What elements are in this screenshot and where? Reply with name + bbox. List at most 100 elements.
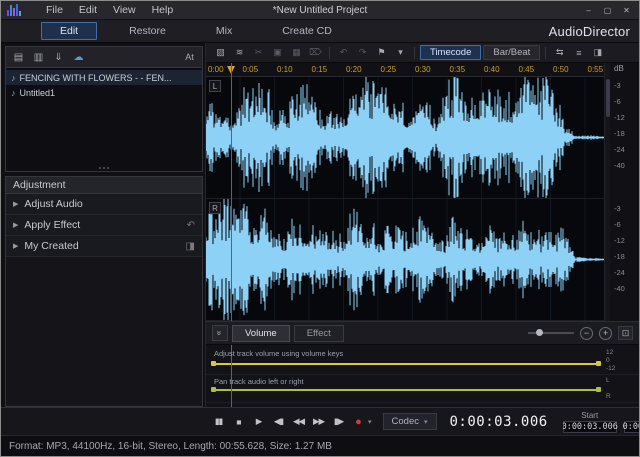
start-field: Start 0:00:03.006 (563, 411, 617, 433)
volume-lane[interactable]: Adjust track volume using volume keys 12… (206, 347, 639, 375)
adjust-audio-row[interactable]: ▶ Adjust Audio (6, 194, 202, 215)
scale-value: -12 (606, 365, 615, 372)
copy-icon[interactable]: ▣ (269, 45, 286, 60)
zoom-slider-knob[interactable] (536, 329, 543, 336)
toolbar-separator (545, 47, 546, 59)
channel-right[interactable]: R (206, 199, 604, 321)
download-audio-icon[interactable]: ⇓ (50, 49, 67, 65)
pause-button[interactable]: ▮▮ (211, 414, 226, 430)
zoom-out-icon[interactable]: − (580, 327, 593, 340)
status-bar: Format: MP3, 44100Hz, 16-bit, Stereo, Le… (1, 435, 639, 456)
volume-key-dot[interactable] (596, 361, 601, 366)
reset-icon[interactable]: ↶ (187, 220, 195, 231)
module-tabs: Edit Restore Mix Create CD (41, 22, 350, 40)
text-size-icon[interactable]: At (181, 49, 198, 65)
delete-icon[interactable]: ⌦ (307, 45, 324, 60)
convert-icon[interactable]: ⇆ (551, 45, 568, 60)
cut-icon[interactable]: ✂ (250, 45, 267, 60)
panel-resize-handle[interactable] (6, 164, 202, 171)
minimize-icon[interactable]: – (580, 4, 597, 17)
next-button[interactable]: ▮▶ (331, 414, 346, 430)
pan-lane-label: Pan track audio left or right (214, 377, 304, 386)
menu-edit[interactable]: Edit (71, 2, 105, 18)
db-label: dB (614, 64, 639, 73)
stop-button[interactable]: ■ (231, 414, 246, 430)
end-value[interactable]: 0:00:03.006 (624, 421, 639, 433)
forward-button[interactable]: ▶▶ (311, 414, 326, 430)
paste-icon[interactable]: ▦ (288, 45, 305, 60)
crossfade-icon[interactable]: ≋ (231, 45, 248, 60)
tab-create-cd[interactable]: Create CD (264, 23, 350, 39)
channel-label: R (209, 202, 221, 214)
import-folder-icon[interactable]: ▥ (30, 49, 47, 65)
range-select-icon[interactable]: ▧ (212, 45, 229, 60)
menu-file[interactable]: File (38, 2, 71, 18)
codec-button[interactable]: Codec ▾ (383, 413, 437, 430)
record-button[interactable]: ● (351, 414, 366, 430)
tab-volume[interactable]: Volume (232, 325, 290, 342)
db-value: -12 (614, 113, 639, 122)
adjustment-header: Adjustment (6, 177, 202, 194)
list-item[interactable]: ♪ Untitled1 (6, 85, 202, 100)
import-media-icon[interactable]: ▤ (10, 49, 27, 65)
rewind-button[interactable]: ◀◀ (291, 414, 306, 430)
zoom-fit-icon[interactable]: ⊡ (618, 326, 633, 340)
undo-icon[interactable]: ↶ (335, 45, 352, 60)
pan-key-dot[interactable] (211, 387, 216, 392)
import-preset-icon[interactable]: ◨ (186, 241, 195, 252)
maximize-icon[interactable]: ▢ (599, 4, 616, 17)
collapse-lanes-icon[interactable]: » (212, 325, 228, 341)
previous-button[interactable]: ◀▮ (271, 414, 286, 430)
menu-view[interactable]: View (105, 2, 144, 18)
mixdown-icon[interactable]: ≡ (570, 45, 587, 60)
adjust-row-label: My Created (24, 240, 78, 252)
record-dropdown-icon[interactable]: ▾ (368, 418, 372, 426)
cloud-icon[interactable]: ☁ (70, 49, 87, 65)
volume-key-dot[interactable] (211, 361, 216, 366)
volume-line[interactable] (212, 363, 600, 365)
tab-restore[interactable]: Restore (111, 23, 184, 39)
barbeat-button[interactable]: Bar/Beat (483, 45, 540, 60)
window-controls: – ▢ ✕ (580, 4, 639, 17)
zoom-in-icon[interactable]: + (599, 327, 612, 340)
scale-value: L (606, 377, 611, 384)
waveform-path (206, 77, 604, 198)
timecode-button[interactable]: Timecode (420, 45, 481, 60)
close-icon[interactable]: ✕ (618, 4, 635, 17)
marker-dropdown-icon[interactable]: ▾ (392, 45, 409, 60)
pan-lane[interactable]: Pan track audio left or right LR (206, 375, 639, 403)
editor-area: ▧ ≋ ✂ ▣ ▦ ⌦ ↶ ↷ ⚑ ▾ Timecode Bar/Beat ⇆ … (205, 43, 639, 407)
redo-icon[interactable]: ↷ (354, 45, 371, 60)
marker-icon[interactable]: ⚑ (373, 45, 390, 60)
media-library-panel: ▤ ▥ ⇓ ☁ At ♪ FENCING WITH FLOWERS - - FE… (5, 46, 203, 172)
waveform-right (206, 199, 604, 320)
zoom-slider[interactable] (528, 332, 574, 334)
adjustment-panel: Adjustment ▶ Adjust Audio ▶ Apply Effect… (5, 176, 203, 407)
adjust-row-label: Adjust Audio (24, 198, 82, 210)
tab-edit[interactable]: Edit (41, 22, 97, 40)
ruler-tick: 0:10 (277, 65, 293, 74)
panel-toggle-icon[interactable]: ◨ (589, 45, 606, 60)
db-value: -18 (614, 252, 639, 261)
db-ruler: dB -3-6-12-18-24-40 -3-6-12-18-24-40 (610, 63, 639, 321)
tab-mix[interactable]: Mix (198, 23, 250, 39)
pan-line[interactable] (212, 389, 600, 391)
app-logo-icon (4, 3, 34, 18)
music-note-icon: ♪ (11, 73, 16, 83)
channel-left[interactable]: L (206, 77, 604, 199)
my-created-row[interactable]: ▶ My Created ◨ (6, 236, 202, 257)
apply-effect-row[interactable]: ▶ Apply Effect ↶ (6, 215, 202, 236)
pan-key-dot[interactable] (596, 387, 601, 392)
keyframe-lanes: Adjust track volume using volume keys 12… (206, 345, 639, 407)
play-button[interactable]: ▶ (251, 414, 266, 430)
start-value[interactable]: 0:00:03.006 (563, 421, 617, 433)
vertical-scrollbar[interactable] (604, 63, 610, 321)
tab-effect[interactable]: Effect (294, 325, 344, 342)
menu-help[interactable]: Help (144, 2, 182, 18)
media-list: ♪ FENCING WITH FLOWERS - - FEN... ♪ Unti… (6, 68, 202, 164)
scale-value: 0 (606, 357, 615, 364)
scrollbar-thumb[interactable] (606, 79, 610, 117)
list-item[interactable]: ♪ FENCING WITH FLOWERS - - FEN... (6, 70, 202, 85)
codec-label: Codec (392, 416, 419, 427)
time-ruler[interactable]: 0:000:050:100:150:200:250:300:350:400:45… (206, 63, 604, 77)
